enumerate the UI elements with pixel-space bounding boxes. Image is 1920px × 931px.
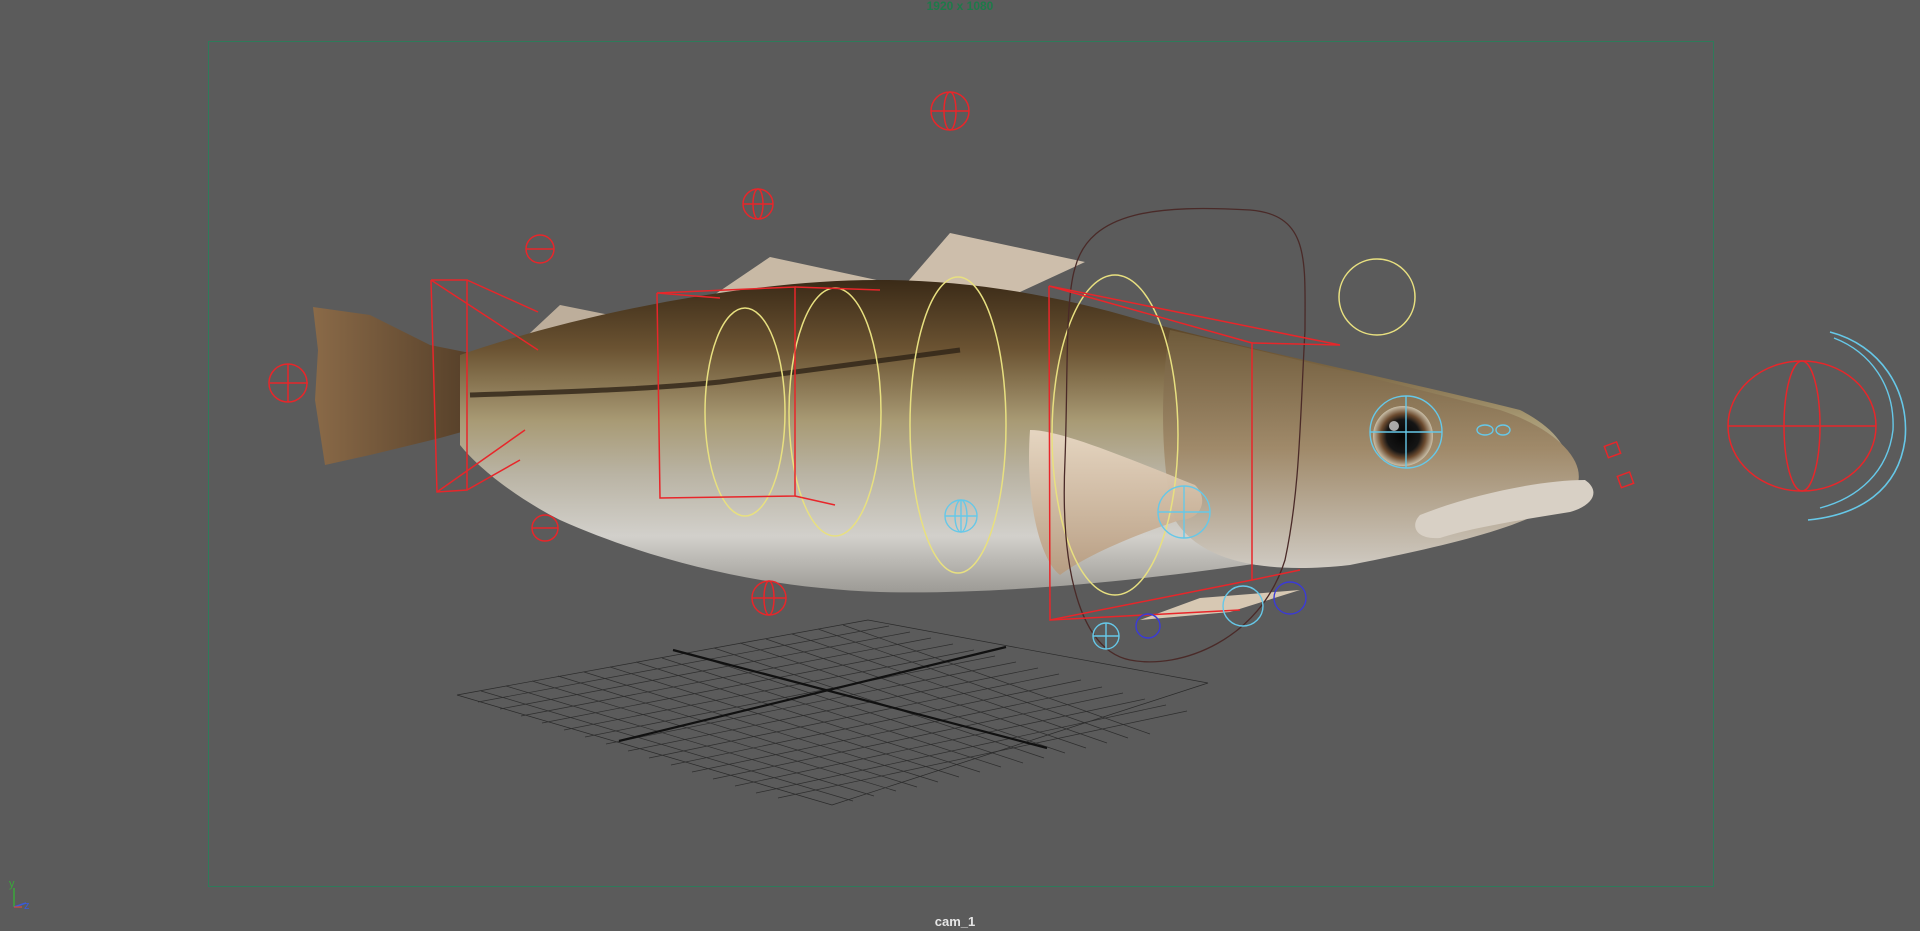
axis-gizmo: y z [9, 878, 30, 912]
camera-name-label: cam_1 [934, 914, 976, 929]
ground-grid [456, 619, 1209, 806]
axis-y-label: y [9, 878, 15, 890]
scene-canvas[interactable]: y z [0, 0, 1920, 931]
fish-mesh[interactable] [313, 233, 1594, 620]
head-yellow-circle [1338, 258, 1416, 336]
axis-z-label: z [24, 900, 30, 912]
maya-viewport[interactable]: 1920 x 1080 y z cam_1 [0, 0, 1920, 931]
fish-eye [1373, 406, 1433, 466]
